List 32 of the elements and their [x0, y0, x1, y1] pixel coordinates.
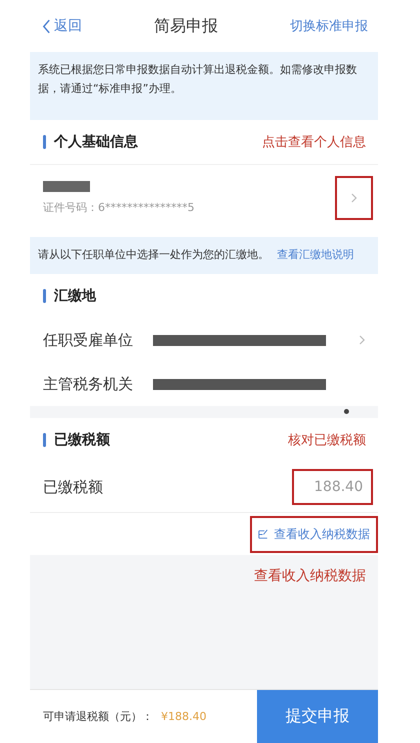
section-title: 已缴税额	[54, 431, 110, 449]
id-number-text: 证件号码：6***************5	[43, 200, 196, 215]
section-title: 个人基础信息	[54, 133, 138, 151]
tax-amount: 188.40	[292, 469, 373, 505]
info-notice: 系统已根据您日常申报数据自动计算出退税金额。如需修改申报数据，请通过“标准申报”办理。	[30, 52, 378, 120]
chevron-icon	[351, 193, 357, 203]
section-marker	[43, 135, 46, 149]
back-link[interactable]: 返回	[42, 17, 82, 35]
explanation-link[interactable]: 查看汇缴地说明	[277, 248, 354, 261]
section-marker	[43, 289, 46, 303]
refund-amount: ¥188.40	[161, 710, 206, 723]
annotation-text: 查看收入纳税数据	[254, 567, 366, 585]
annotation-text: 点击查看个人信息	[262, 134, 366, 151]
form-row[interactable]: 主管税务机关	[30, 362, 378, 406]
edit-icon	[258, 528, 269, 540]
form-row[interactable]: 任职受雇单位	[30, 318, 378, 362]
person-row[interactable]: 证件号码：6***************5	[30, 164, 378, 231]
submit-button[interactable]: 提交申报	[257, 690, 378, 743]
back-icon	[42, 18, 51, 34]
scroll-dot	[344, 409, 349, 414]
info-notice: 请从以下任职单位中选择一处作为您的汇缴地。 查看汇缴地说明	[30, 237, 378, 274]
field-label: 任职受雇单位	[43, 330, 133, 350]
page-title: 简易申报	[154, 16, 218, 36]
redaction-bar	[43, 181, 90, 192]
refund-label: 可申请退税额（元）：	[43, 709, 153, 724]
field-label: 已缴税额	[43, 478, 103, 496]
annotation-text: 核对已缴税额	[288, 432, 366, 449]
section-title: 汇缴地	[54, 287, 96, 305]
section-marker	[43, 433, 46, 447]
switch-mode-link[interactable]: 切换标准申报	[290, 17, 368, 35]
field-label: 主管税务机关	[43, 374, 133, 394]
tax-data-link[interactable]: 查看收入纳税数据	[250, 516, 378, 552]
